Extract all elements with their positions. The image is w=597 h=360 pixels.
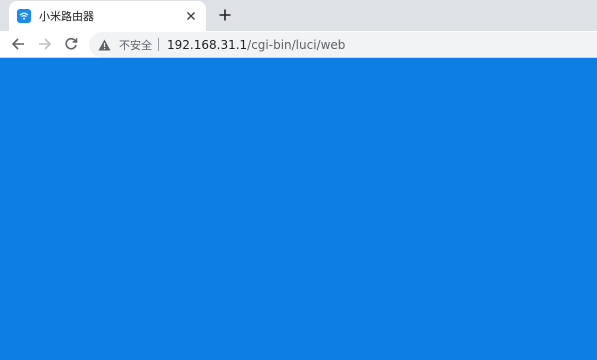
address-bar[interactable]: 不安全 192.168.31.1/cgi-bin/luci/web [89, 32, 597, 57]
browser-toolbar: 不安全 192.168.31.1/cgi-bin/luci/web [0, 31, 597, 58]
omnibox-divider [158, 38, 159, 51]
tab-xiaomi-router[interactable]: 小米路由器 [9, 1, 206, 31]
wifi-icon [17, 9, 31, 23]
page-content [0, 58, 597, 360]
url-path: /cgi-bin/luci/web [247, 37, 346, 52]
warning-icon [97, 38, 111, 52]
reload-icon[interactable] [62, 35, 80, 53]
plus-icon[interactable] [216, 6, 234, 24]
tab-strip: 小米路由器 [0, 0, 597, 31]
tab-title: 小米路由器 [39, 10, 94, 23]
url-host: 192.168.31.1 [167, 37, 248, 52]
arrow-left-icon[interactable] [9, 35, 27, 53]
security-chip[interactable]: 不安全 [97, 37, 152, 53]
security-label: 不安全 [119, 38, 152, 52]
browser-window: 小米路由器 不安全 192.168.31.1/cgi-bin/luci/web [0, 0, 597, 360]
url-text[interactable]: 192.168.31.1/cgi-bin/luci/web [167, 38, 345, 52]
close-icon[interactable] [183, 8, 199, 24]
arrow-right-icon[interactable] [36, 35, 54, 53]
